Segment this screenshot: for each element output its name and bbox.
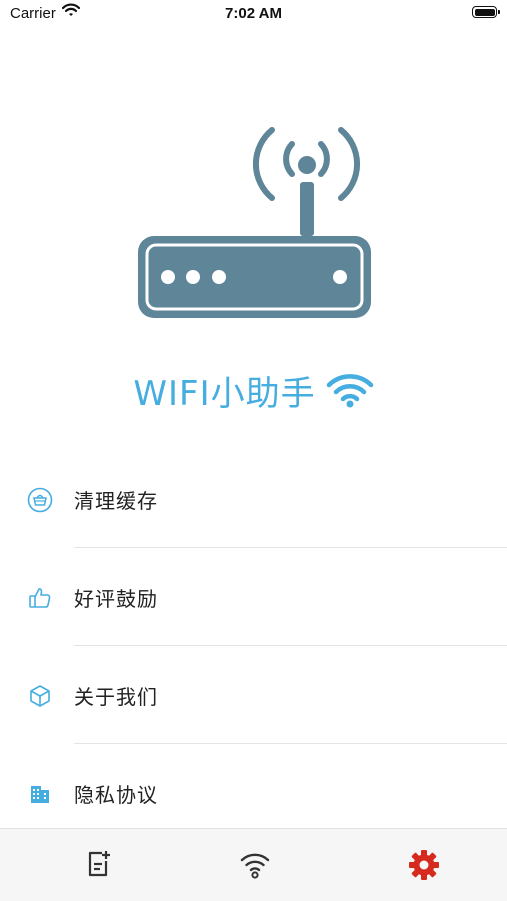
wifi-icon: [240, 853, 270, 879]
battery-icon: [472, 6, 500, 18]
menu-item-rate-app[interactable]: 好评鼓励: [0, 548, 507, 646]
thumbs-up-icon: [29, 588, 51, 608]
wifi-icon: [326, 374, 373, 408]
menu-item-clear-cache[interactable]: 清理缓存: [0, 450, 507, 548]
cube-icon: [30, 685, 50, 707]
tab-settings[interactable]: [338, 829, 507, 901]
status-bar: Carrier 7:02 AM: [0, 0, 507, 28]
settings-gear-icon: [409, 850, 439, 880]
menu-item-label: 好评鼓励: [74, 587, 158, 611]
tab-notes[interactable]: [15, 829, 184, 901]
app-title-text: WIFI小助手: [133, 373, 316, 414]
settings-menu: 清理缓存 好评鼓励 关于我们 隐私协议: [0, 450, 507, 842]
tab-wifi[interactable]: [169, 829, 338, 901]
note-add-icon: [88, 851, 110, 877]
building-icon: [31, 786, 49, 803]
clock: 7:02 AM: [225, 5, 282, 22]
menu-item-label: 关于我们: [74, 685, 158, 709]
menu-item-about-us[interactable]: 关于我们: [0, 646, 507, 744]
menu-item-label: 清理缓存: [74, 489, 158, 513]
basket-icon: [27, 487, 53, 513]
router-logo-icon: [138, 127, 371, 318]
app-title: WIFI小助手: [0, 362, 507, 418]
tab-bar: [0, 828, 507, 901]
menu-item-label: 隐私协议: [74, 783, 158, 807]
